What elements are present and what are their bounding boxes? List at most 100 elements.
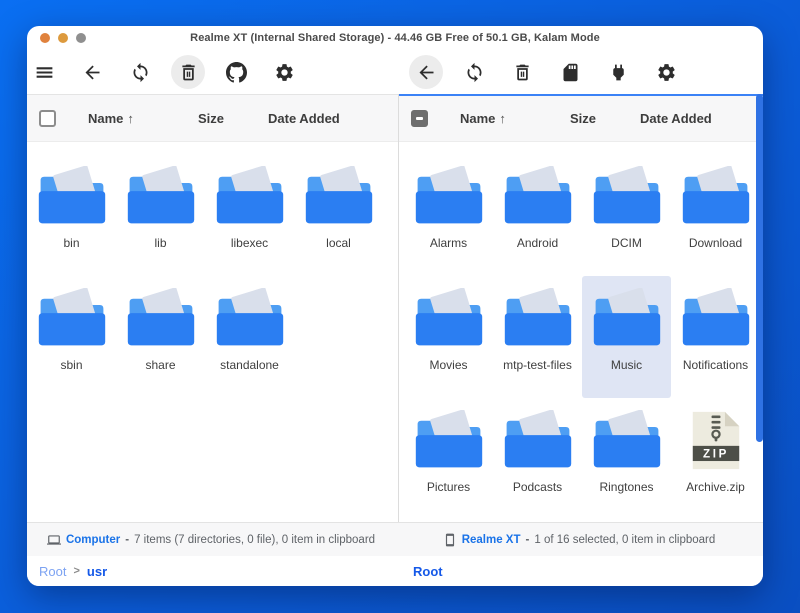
storage-button[interactable] (553, 55, 587, 89)
file-item-Ringtones[interactable]: Ringtones (582, 398, 671, 520)
select-all-checkbox-left[interactable] (39, 110, 56, 127)
status-bar: Computer - 7 items (7 directories, 0 fil… (27, 522, 763, 556)
breadcrumb-current[interactable]: usr (87, 564, 107, 579)
delete-button-left[interactable] (171, 55, 205, 89)
file-item-libexec[interactable]: libexec (205, 154, 294, 276)
right-breadcrumb: Root (395, 564, 763, 579)
computer-device-link[interactable]: Computer (66, 534, 120, 546)
settings-button-right[interactable] (649, 55, 683, 89)
window-title: Realme XT (Internal Shared Storage) - 44… (190, 32, 600, 44)
folder-icon (413, 288, 485, 349)
file-label: Download (689, 236, 742, 250)
folder-icon (125, 288, 197, 349)
disconnect-button[interactable] (601, 55, 635, 89)
file-item-Movies[interactable]: Movies (404, 276, 493, 398)
traffic-lights (40, 33, 86, 43)
github-button[interactable] (219, 55, 253, 89)
folder-icon (303, 166, 375, 227)
folder-icon (214, 288, 286, 349)
file-item-standalone[interactable]: standalone (205, 276, 294, 398)
vertical-scrollbar[interactable] (756, 94, 763, 442)
title-bar: Realme XT (Internal Shared Storage) - 44… (27, 26, 763, 50)
left-breadcrumb: Root > usr (27, 564, 395, 579)
file-item-lib[interactable]: lib (116, 154, 205, 276)
file-item-Pictures[interactable]: Pictures (404, 398, 493, 520)
trash-icon (512, 62, 533, 83)
left-status-text: 7 items (7 directories, 0 file), 0 item … (134, 534, 375, 546)
file-item-sbin[interactable]: sbin (27, 276, 116, 398)
menu-button[interactable] (27, 55, 61, 89)
file-label: mtp-test-files (503, 358, 572, 372)
minimize-button[interactable] (58, 33, 68, 43)
folder-icon (502, 410, 574, 471)
gear-icon (274, 62, 295, 83)
refresh-icon (130, 62, 151, 83)
chevron-right-icon: > (73, 565, 79, 577)
content-area: Name ↑ Size Date Added bin lib libexec l… (27, 94, 763, 522)
select-all-checkbox-right[interactable] (411, 110, 428, 127)
file-item-Podcasts[interactable]: Podcasts (493, 398, 582, 520)
breadcrumb-root-link[interactable]: Root (39, 564, 66, 579)
file-item-local[interactable]: local (294, 154, 383, 276)
breadcrumb-current[interactable]: Root (413, 564, 443, 579)
file-item-Android[interactable]: Android (493, 154, 582, 276)
folder-icon (680, 166, 752, 227)
file-label: Android (517, 236, 558, 250)
file-label: DCIM (611, 236, 642, 250)
back-button-left[interactable] (75, 55, 109, 89)
file-item-mtp-test-files[interactable]: mtp-test-files (493, 276, 582, 398)
file-item-DCIM[interactable]: DCIM (582, 154, 671, 276)
status-separator: - (526, 534, 530, 546)
file-label: Alarms (430, 236, 467, 250)
folder-icon (125, 166, 197, 227)
file-label: local (326, 236, 351, 250)
file-label: share (145, 358, 175, 372)
sort-ascending-icon: ↑ (127, 111, 134, 126)
folder-icon (502, 288, 574, 349)
power-plug-icon (608, 62, 629, 83)
file-item-Download[interactable]: Download (671, 154, 760, 276)
refresh-button-right[interactable] (457, 55, 491, 89)
close-button[interactable] (40, 33, 50, 43)
maximize-button[interactable] (76, 33, 86, 43)
file-item-Music[interactable]: Music (582, 276, 671, 398)
name-column-header[interactable]: Name (460, 111, 495, 126)
file-label: Archive.zip (686, 480, 745, 494)
menu-icon (34, 62, 55, 83)
desktop-background: { "window": { "title": "Realme XT (Inter… (0, 0, 800, 613)
zip-file-icon (691, 410, 741, 471)
folder-icon (36, 166, 108, 227)
settings-button-left[interactable] (267, 55, 301, 89)
date-added-column-header[interactable]: Date Added (640, 111, 763, 126)
file-item-Alarms[interactable]: Alarms (404, 154, 493, 276)
back-button-right[interactable] (409, 55, 443, 89)
gear-icon (656, 62, 677, 83)
size-column-header[interactable]: Size (198, 111, 268, 126)
name-column-header[interactable]: Name (88, 111, 123, 126)
toolbars (27, 50, 763, 94)
file-label: Movies (429, 358, 467, 372)
right-pane-header: Name ↑ Size Date Added (399, 94, 763, 142)
folder-icon (36, 288, 108, 349)
back-arrow-icon (416, 62, 437, 83)
file-item-Archive.zip[interactable]: Archive.zip (671, 398, 760, 520)
device-link[interactable]: Realme XT (462, 534, 521, 546)
folder-icon (591, 166, 663, 227)
breadcrumb-bar: Root > usr Root (27, 556, 763, 586)
delete-button-right[interactable] (505, 55, 539, 89)
right-toolbar (395, 55, 763, 89)
folder-icon (214, 166, 286, 227)
refresh-button-left[interactable] (123, 55, 157, 89)
folder-icon (591, 288, 663, 349)
folder-icon (502, 166, 574, 227)
file-item-share[interactable]: share (116, 276, 205, 398)
right-status-text: 1 of 16 selected, 0 item in clipboard (534, 534, 715, 546)
folder-icon (680, 288, 752, 349)
smartphone-icon (443, 533, 457, 547)
refresh-icon (464, 62, 485, 83)
file-item-Notifications[interactable]: Notifications (671, 276, 760, 398)
date-added-column-header[interactable]: Date Added (268, 111, 398, 126)
size-column-header[interactable]: Size (570, 111, 640, 126)
file-label: Notifications (683, 358, 748, 372)
file-item-bin[interactable]: bin (27, 154, 116, 276)
